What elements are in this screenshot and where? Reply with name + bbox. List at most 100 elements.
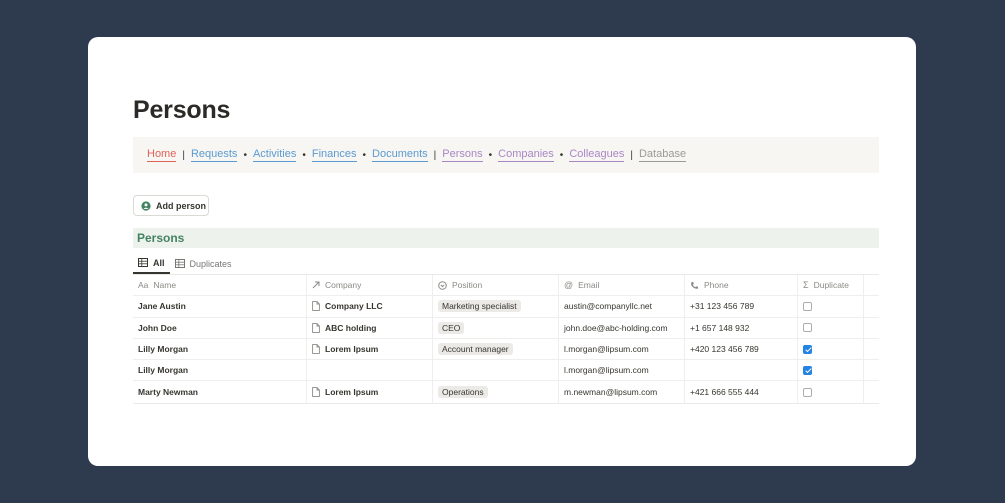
- person-name: John Doe: [138, 322, 177, 333]
- column-header-name[interactable]: Aa Name: [133, 275, 307, 296]
- email-cell[interactable]: austin@companyllc.net: [559, 296, 685, 317]
- email-value[interactable]: l.morgan@lipsum.com: [564, 344, 649, 354]
- person-name: Jane Austin: [138, 301, 186, 312]
- page-card: Persons Home | Requests • Activities • Finance…: [88, 37, 916, 466]
- email-value[interactable]: m.newman@lipsum.com: [564, 387, 657, 397]
- column-header-email[interactable]: @ Email: [559, 275, 685, 296]
- phone-cell[interactable]: [685, 360, 798, 381]
- formula-sigma-icon: Σ: [803, 280, 809, 291]
- row-spacer: [864, 360, 879, 380]
- column-header-position[interactable]: Position: [433, 275, 559, 296]
- duplicate-checkbox[interactable]: [803, 323, 812, 333]
- position-cell[interactable]: Operations: [433, 381, 559, 403]
- name-cell[interactable]: John Doe: [133, 317, 307, 338]
- duplicate-checkbox[interactable]: [803, 387, 812, 397]
- nav-link-finances[interactable]: Finances: [311, 148, 357, 162]
- company-cell[interactable]: Company LLC: [307, 296, 433, 317]
- table-row[interactable]: Jane Austin Company LLC Marketing speciali…: [133, 296, 879, 318]
- tab-all[interactable]: All: [133, 253, 170, 274]
- row-spacer: [864, 381, 879, 402]
- email-value[interactable]: john.doe@abc-holding.com: [564, 323, 668, 333]
- name-cell[interactable]: Lilly Morgan: [133, 360, 307, 381]
- nav-separator: •: [488, 149, 493, 161]
- person-name: Marty Newman: [138, 387, 198, 398]
- nav-link-activities[interactable]: Activities: [252, 148, 297, 162]
- company-link[interactable]: Lorem Ipsum: [325, 344, 378, 354]
- add-person-button[interactable]: Add person: [133, 195, 209, 216]
- company-cell[interactable]: Lorem Ipsum: [307, 381, 433, 403]
- position-cell[interactable]: Account manager: [433, 338, 559, 360]
- nav-link-requests[interactable]: Requests: [190, 148, 238, 162]
- at-sign-icon: @: [564, 280, 574, 291]
- company-link[interactable]: Company LLC: [325, 301, 383, 311]
- table-row[interactable]: Marty Newman Lorem Ipsum Operations m.newma…: [133, 381, 879, 403]
- company-cell[interactable]: ABC holding: [307, 317, 433, 338]
- column-header-company[interactable]: Company: [307, 275, 433, 296]
- phone-value[interactable]: +1 657 148 932: [690, 323, 749, 333]
- name-cell[interactable]: Marty Newman: [133, 381, 307, 403]
- database-title[interactable]: Persons: [133, 228, 879, 248]
- company-cell[interactable]: Lorem Ipsum: [307, 338, 433, 360]
- position-cell[interactable]: CEO: [433, 317, 559, 338]
- row-spacer: [864, 339, 879, 359]
- add-person-label: Add person: [156, 200, 207, 211]
- select-icon: [438, 280, 447, 290]
- phone-cell[interactable]: +31 123 456 789: [685, 296, 798, 317]
- email-cell[interactable]: john.doe@abc-holding.com: [559, 317, 685, 338]
- document-icon: [312, 344, 320, 354]
- duplicate-cell: [798, 317, 864, 338]
- email-cell[interactable]: l.morgan@lipsum.com: [559, 360, 685, 381]
- position-tag: Operations: [438, 386, 488, 399]
- table-header-spacer: [864, 275, 879, 295]
- company-cell[interactable]: [307, 360, 433, 381]
- duplicate-checkbox[interactable]: [803, 365, 812, 375]
- nav-link-persons[interactable]: Persons: [442, 148, 483, 162]
- email-cell[interactable]: l.morgan@lipsum.com: [559, 338, 685, 360]
- person-name: Lilly Morgan: [138, 344, 189, 355]
- email-value[interactable]: l.morgan@lipsum.com: [564, 365, 649, 375]
- table-row[interactable]: Lilly Morgan l.morgan@lipsum.com: [133, 360, 879, 382]
- relation-arrow-icon: [312, 281, 320, 289]
- duplicate-cell: [798, 360, 864, 381]
- email-cell[interactable]: m.newman@lipsum.com: [559, 381, 685, 403]
- phone-icon: [691, 281, 698, 289]
- name-cell[interactable]: Lilly Morgan: [133, 338, 307, 360]
- nav-separator: |: [433, 149, 437, 161]
- view-tabs: All Duplicates: [133, 253, 237, 274]
- table-row[interactable]: Lilly Morgan Lorem Ipsum Account manager l.…: [133, 338, 879, 361]
- duplicate-checkbox[interactable]: [803, 344, 812, 354]
- nav-link-home[interactable]: Home: [147, 148, 177, 162]
- nav-separator: •: [243, 149, 247, 161]
- name-cell[interactable]: Jane Austin: [133, 296, 307, 317]
- person-circle-icon: [141, 200, 151, 211]
- phone-value[interactable]: +31 123 456 789: [690, 301, 754, 311]
- document-icon: [312, 322, 320, 333]
- nav-link-colleagues[interactable]: Colleagues: [569, 148, 625, 162]
- nav-separator: •: [302, 149, 306, 161]
- tab-duplicates[interactable]: Duplicates: [170, 253, 237, 274]
- table-body: Jane Austin Company LLC Marketing speciali…: [133, 296, 879, 403]
- nav-link-documents[interactable]: Documents: [372, 148, 428, 162]
- phone-value[interactable]: +421 666 555 444: [690, 387, 759, 397]
- position-tag: CEO: [438, 321, 465, 334]
- nav-link-companies[interactable]: Companies: [498, 148, 554, 162]
- table-icon: [138, 258, 148, 267]
- company-link[interactable]: Lorem Ipsum: [325, 387, 378, 397]
- phone-cell[interactable]: +420 123 456 789: [685, 338, 798, 360]
- nav-link-database[interactable]: Database: [638, 148, 687, 162]
- duplicate-cell: [798, 338, 864, 360]
- email-value[interactable]: austin@companyllc.net: [564, 301, 652, 311]
- column-header-phone[interactable]: Phone: [685, 275, 798, 296]
- table-row[interactable]: John Doe ABC holding CEO john.doe@abc-holdi…: [133, 317, 879, 339]
- person-name: Lilly Morgan: [138, 365, 189, 376]
- duplicate-cell: [798, 296, 864, 317]
- phone-cell[interactable]: +1 657 148 932: [685, 317, 798, 338]
- duplicate-checkbox[interactable]: [803, 301, 812, 311]
- phone-cell[interactable]: +421 666 555 444: [685, 381, 798, 403]
- position-tag: Account manager: [438, 343, 513, 356]
- position-cell[interactable]: [433, 360, 559, 381]
- phone-value[interactable]: +420 123 456 789: [690, 344, 759, 354]
- column-header-duplicate[interactable]: Σ Duplicate: [798, 275, 864, 296]
- position-cell[interactable]: Marketing specialist: [433, 296, 559, 317]
- company-link[interactable]: ABC holding: [325, 323, 376, 333]
